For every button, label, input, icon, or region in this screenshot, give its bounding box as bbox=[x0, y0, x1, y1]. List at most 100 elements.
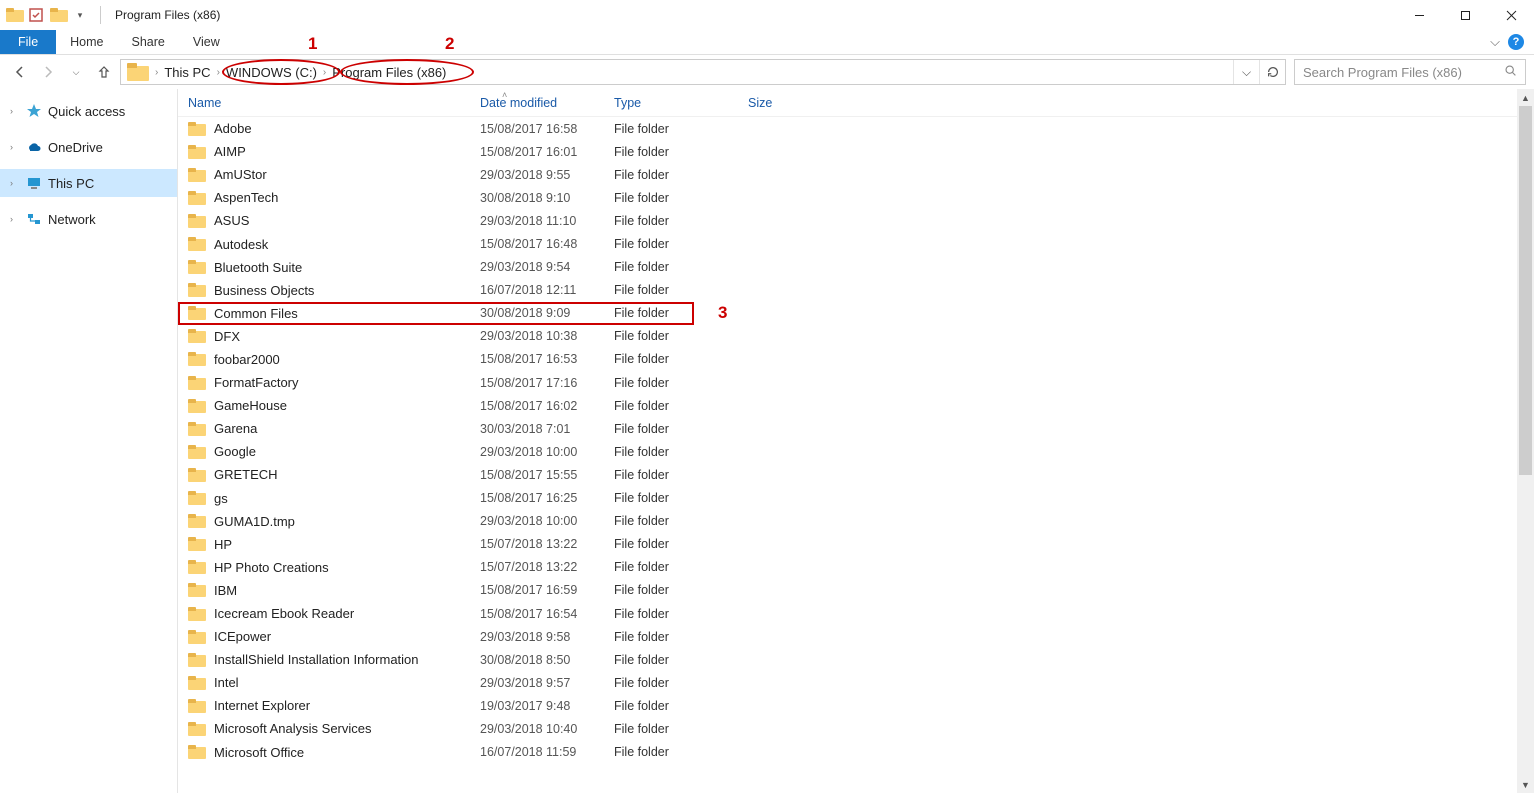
column-header-date[interactable]: Date modified bbox=[470, 96, 604, 110]
list-item[interactable]: IBM15/08/2017 16:59File folder bbox=[178, 579, 1517, 602]
list-item[interactable]: GameHouse15/08/2017 16:02File folder bbox=[178, 394, 1517, 417]
list-item[interactable]: Microsoft Office16/07/2018 11:59File fol… bbox=[178, 741, 1517, 764]
column-header-name[interactable]: Name bbox=[178, 96, 470, 110]
list-item[interactable]: Bluetooth Suite29/03/2018 9:54File folde… bbox=[178, 256, 1517, 279]
chevron-right-icon[interactable]: › bbox=[10, 214, 20, 224]
address-history-icon[interactable]: ⌵ bbox=[1233, 60, 1259, 84]
scroll-thumb[interactable] bbox=[1519, 106, 1532, 475]
breadcrumb-this-pc[interactable]: This PC bbox=[160, 60, 214, 84]
file-date-cell: 30/08/2018 8:50 bbox=[470, 653, 604, 667]
list-item[interactable]: GRETECH15/08/2017 15:55File folder bbox=[178, 463, 1517, 486]
tab-file[interactable]: File bbox=[0, 30, 56, 54]
file-type-cell: File folder bbox=[604, 422, 738, 436]
breadcrumb-drive[interactable]: WINDOWS (C:) bbox=[222, 60, 321, 84]
refresh-button[interactable] bbox=[1259, 60, 1285, 84]
list-item[interactable]: HP Photo Creations15/07/2018 13:22File f… bbox=[178, 556, 1517, 579]
list-item[interactable]: Autodesk15/08/2017 16:48File folder bbox=[178, 232, 1517, 255]
back-button[interactable] bbox=[8, 60, 32, 84]
breadcrumb-sep-icon[interactable]: › bbox=[321, 67, 328, 78]
up-button[interactable] bbox=[92, 60, 116, 84]
list-item[interactable]: HP15/07/2018 13:22File folder bbox=[178, 533, 1517, 556]
file-type-cell: File folder bbox=[604, 283, 738, 297]
folder-icon bbox=[188, 168, 206, 182]
address-bar[interactable]: › This PC › WINDOWS (C:) › Program Files… bbox=[120, 59, 1286, 85]
breadcrumb-sep-icon[interactable]: › bbox=[215, 67, 222, 78]
list-item[interactable]: AIMP15/08/2017 16:01File folder bbox=[178, 140, 1517, 163]
tab-home[interactable]: Home bbox=[56, 30, 117, 54]
vertical-scrollbar[interactable]: ▲ ▼ bbox=[1517, 89, 1534, 793]
file-name-cell: foobar2000 bbox=[178, 352, 470, 367]
search-input[interactable] bbox=[1303, 65, 1504, 80]
list-item[interactable]: ASUS29/03/2018 11:10File folder bbox=[178, 209, 1517, 232]
file-type-cell: File folder bbox=[604, 445, 738, 459]
sort-ascending-icon: ˄ bbox=[502, 90, 507, 100]
folder-icon bbox=[188, 491, 206, 505]
chevron-right-icon[interactable]: › bbox=[10, 106, 20, 116]
folder-icon bbox=[188, 283, 206, 297]
file-date-cell: 29/03/2018 11:10 bbox=[470, 214, 604, 228]
recent-dropdown-icon[interactable]: ⌵ bbox=[64, 60, 88, 84]
breadcrumb-sep-icon[interactable]: › bbox=[153, 67, 160, 78]
qat-properties-icon[interactable] bbox=[28, 7, 44, 23]
search-icon[interactable] bbox=[1504, 64, 1517, 80]
qat-newfolder-icon[interactable] bbox=[50, 7, 66, 23]
file-name-cell: Adobe bbox=[178, 121, 470, 136]
scroll-up-icon[interactable]: ▲ bbox=[1517, 89, 1534, 106]
list-item[interactable]: foobar200015/08/2017 16:53File folder bbox=[178, 348, 1517, 371]
folder-icon bbox=[188, 468, 206, 482]
forward-button[interactable] bbox=[36, 60, 60, 84]
file-name-cell: InstallShield Installation Information bbox=[178, 652, 470, 667]
file-name-label: Intel bbox=[214, 675, 239, 690]
file-list[interactable]: Adobe15/08/2017 16:58File folderAIMP15/0… bbox=[178, 117, 1517, 793]
breadcrumb-folder[interactable]: Program Files (x86) bbox=[328, 60, 450, 84]
minimize-button[interactable] bbox=[1396, 0, 1442, 30]
file-date-cell: 15/07/2018 13:22 bbox=[470, 560, 604, 574]
list-item[interactable]: FormatFactory15/08/2017 17:16File folder bbox=[178, 371, 1517, 394]
list-item[interactable]: AmUStor29/03/2018 9:55File folder bbox=[178, 163, 1517, 186]
ribbon-collapse-icon[interactable]: ⌵ bbox=[1490, 34, 1500, 50]
list-item[interactable]: Intel29/03/2018 9:57File folder bbox=[178, 671, 1517, 694]
file-name-cell: ICEpower bbox=[178, 629, 470, 644]
list-item[interactable]: Google29/03/2018 10:00File folder bbox=[178, 440, 1517, 463]
file-name-cell: IBM bbox=[178, 583, 470, 598]
list-item[interactable]: Adobe15/08/2017 16:58File folder bbox=[178, 117, 1517, 140]
list-item[interactable]: Microsoft Analysis Services29/03/2018 10… bbox=[178, 717, 1517, 740]
qat-customize-icon[interactable]: ▾ bbox=[72, 7, 88, 23]
list-item[interactable]: Common Files30/08/2018 9:09File folder bbox=[178, 302, 1517, 325]
file-date-cell: 15/08/2017 16:48 bbox=[470, 237, 604, 251]
file-date-cell: 29/03/2018 10:00 bbox=[470, 445, 604, 459]
list-item[interactable]: DFX29/03/2018 10:38File folder bbox=[178, 325, 1517, 348]
file-date-cell: 19/03/2017 9:48 bbox=[470, 699, 604, 713]
list-item[interactable]: ICEpower29/03/2018 9:58File folder bbox=[178, 625, 1517, 648]
list-item[interactable]: Business Objects16/07/2018 12:11File fol… bbox=[178, 279, 1517, 302]
file-date-cell: 30/08/2018 9:10 bbox=[470, 191, 604, 205]
tab-share[interactable]: Share bbox=[118, 30, 179, 54]
list-item[interactable]: GUMA1D.tmp29/03/2018 10:00File folder bbox=[178, 510, 1517, 533]
sidebar-item-network[interactable]: › Network bbox=[0, 205, 177, 233]
file-name-label: Common Files bbox=[214, 306, 298, 321]
sidebar-item-quick-access[interactable]: › Quick access bbox=[0, 97, 177, 125]
file-name-cell: Microsoft Office bbox=[178, 745, 470, 760]
file-name-cell: Intel bbox=[178, 675, 470, 690]
list-item[interactable]: Garena30/03/2018 7:01File folder bbox=[178, 417, 1517, 440]
list-item[interactable]: gs15/08/2017 16:25File folder bbox=[178, 487, 1517, 510]
scroll-track[interactable] bbox=[1517, 106, 1534, 776]
scroll-down-icon[interactable]: ▼ bbox=[1517, 776, 1534, 793]
chevron-right-icon[interactable]: › bbox=[10, 178, 20, 188]
column-header-type[interactable]: Type bbox=[604, 96, 738, 110]
chevron-right-icon[interactable]: › bbox=[10, 142, 20, 152]
tab-view[interactable]: View bbox=[179, 30, 234, 54]
sidebar-item-this-pc[interactable]: › This PC bbox=[0, 169, 177, 197]
maximize-button[interactable] bbox=[1442, 0, 1488, 30]
list-item[interactable]: InstallShield Installation Information30… bbox=[178, 648, 1517, 671]
column-header-size[interactable]: Size bbox=[738, 96, 838, 110]
close-button[interactable] bbox=[1488, 0, 1534, 30]
list-item[interactable]: AspenTech30/08/2018 9:10File folder bbox=[178, 186, 1517, 209]
help-icon[interactable]: ? bbox=[1508, 34, 1524, 50]
file-name-cell: ASUS bbox=[178, 213, 470, 228]
list-item[interactable]: Icecream Ebook Reader15/08/2017 16:54Fil… bbox=[178, 602, 1517, 625]
sidebar-item-onedrive[interactable]: › OneDrive bbox=[0, 133, 177, 161]
search-box[interactable] bbox=[1294, 59, 1526, 85]
list-item[interactable]: Internet Explorer19/03/2017 9:48File fol… bbox=[178, 694, 1517, 717]
file-type-cell: File folder bbox=[604, 607, 738, 621]
